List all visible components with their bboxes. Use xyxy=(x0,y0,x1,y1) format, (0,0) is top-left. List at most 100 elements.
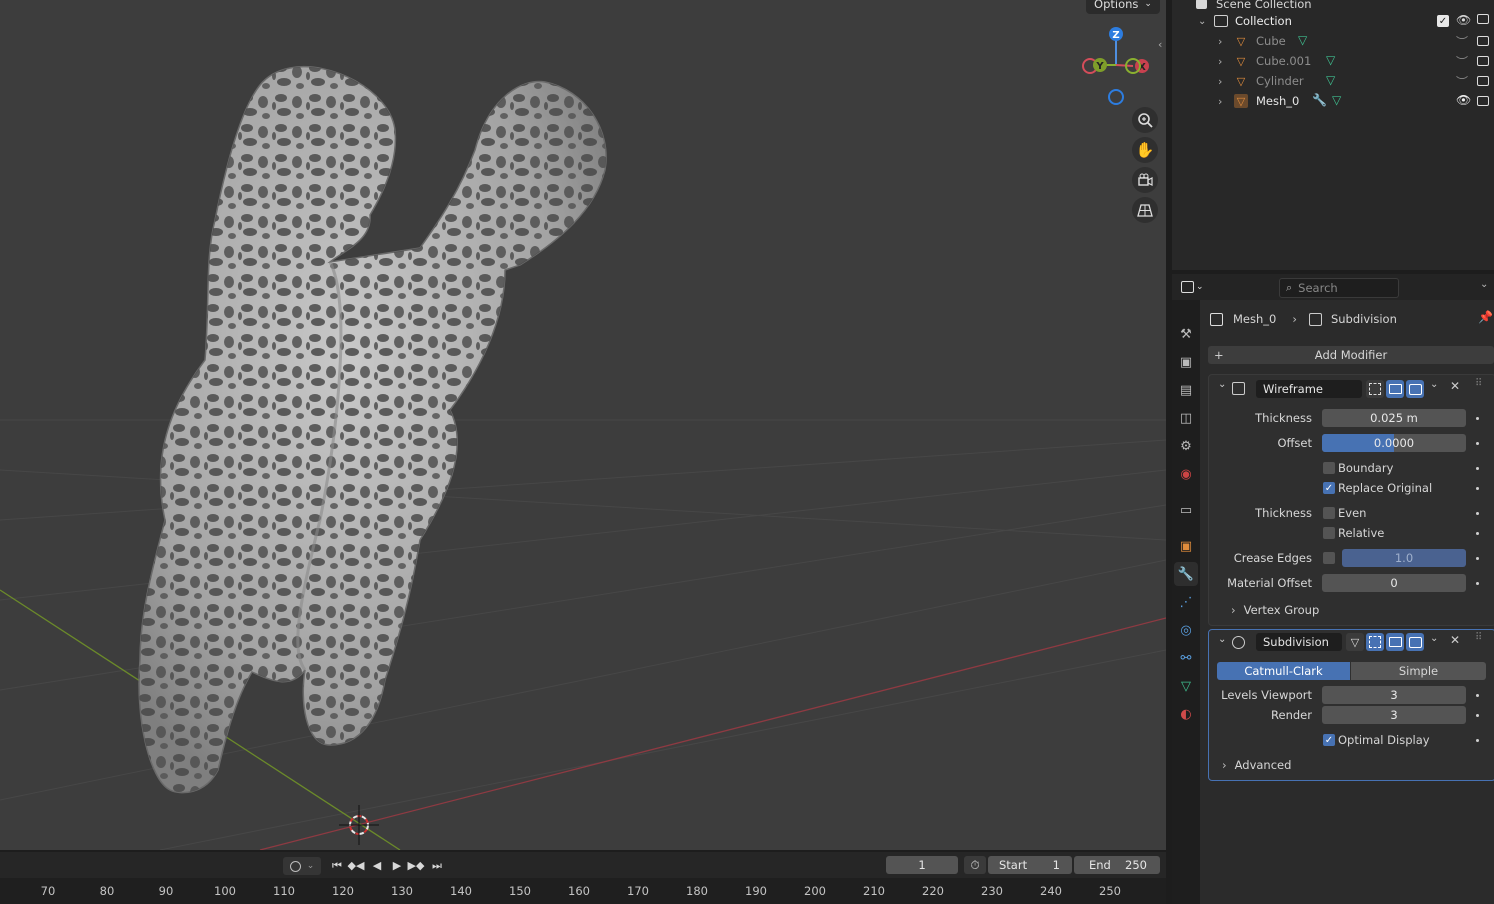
end-frame-field[interactable]: End 250 xyxy=(1074,856,1160,874)
edit-mode-toggle[interactable] xyxy=(1366,380,1384,398)
chevron-right-icon[interactable]: › xyxy=(1218,35,1222,48)
crease-edges-checkbox[interactable] xyxy=(1323,552,1335,564)
wireframe-name-field[interactable]: Wireframe xyxy=(1256,380,1362,398)
outliner-item[interactable]: › ▽ Cube ︶ ▽ xyxy=(1172,31,1494,51)
start-frame-field[interactable]: Start 1 xyxy=(988,856,1072,874)
thickness-field[interactable]: 0.025 m xyxy=(1322,409,1466,427)
drag-handle-icon[interactable]: ⠿ xyxy=(1475,378,1482,389)
properties-tab-tool[interactable]: ⚒ xyxy=(1174,322,1198,346)
even-checkbox[interactable] xyxy=(1323,507,1335,519)
properties-tab-object[interactable]: ▣ xyxy=(1174,534,1198,558)
drag-handle-icon[interactable]: ⠿ xyxy=(1475,632,1482,643)
viewport-options-button[interactable]: Options ⌄ xyxy=(1086,0,1160,14)
properties-tab-physics[interactable]: ◎ xyxy=(1174,618,1198,642)
mesh-data-icon[interactable]: ▽ xyxy=(1326,53,1335,67)
camera-icon[interactable] xyxy=(1477,14,1489,24)
play-reverse-button[interactable]: ◀ xyxy=(368,857,386,874)
keyframe-dot-icon[interactable] xyxy=(1476,557,1479,560)
perspective-toggle-button[interactable] xyxy=(1132,197,1158,223)
render-toggle[interactable] xyxy=(1406,380,1424,398)
keyframe-dot-icon[interactable] xyxy=(1476,442,1479,445)
editor-type-dropdown[interactable]: ⌄ xyxy=(1181,278,1209,296)
camera-icon[interactable] xyxy=(1477,96,1489,106)
scene-canvas[interactable]: Z Y X xyxy=(0,0,1166,850)
next-keyframe-button[interactable]: ▶◆ xyxy=(407,857,425,874)
properties-tab-scene[interactable]: ⚙ xyxy=(1174,434,1198,458)
jump-start-button[interactable]: ⏮ xyxy=(328,857,346,874)
pin-icon[interactable]: 📌 xyxy=(1478,310,1493,324)
camera-icon[interactable] xyxy=(1477,76,1489,86)
zoom-button[interactable] xyxy=(1132,107,1158,133)
keyframe-dot-icon[interactable] xyxy=(1476,487,1479,490)
chevron-down-icon[interactable]: ⌄ xyxy=(1218,379,1226,390)
properties-search-input[interactable]: ⌕ Search xyxy=(1279,278,1399,298)
keyframe-dot-icon[interactable] xyxy=(1476,467,1479,470)
keyframe-dot-icon[interactable] xyxy=(1476,739,1479,742)
chevron-right-icon[interactable]: › xyxy=(1218,95,1222,108)
close-icon[interactable]: ✕ xyxy=(1450,633,1460,647)
vertex-group-subpanel[interactable]: › Vertex Group xyxy=(1231,601,1319,619)
exclude-checkbox[interactable]: ✓ xyxy=(1437,15,1449,27)
render-levels-field[interactable]: 3 xyxy=(1322,706,1466,724)
keyframe-dot-icon[interactable] xyxy=(1476,694,1479,697)
outliner-item[interactable]: › ▽ Mesh_0 👁 🔧 ▽ xyxy=(1172,91,1494,111)
keyframe-dot-icon[interactable] xyxy=(1476,417,1479,420)
eye-icon[interactable]: ︶ xyxy=(1456,33,1468,50)
properties-tab-view-layer[interactable]: ◫ xyxy=(1174,406,1198,430)
outliner-item[interactable]: › ▽ Cube.001 ︶ ▽ xyxy=(1172,51,1494,71)
chevron-down-icon[interactable]: ⌄ xyxy=(1480,279,1488,290)
chevron-right-icon[interactable]: › xyxy=(1218,75,1222,88)
viewport-toggle[interactable] xyxy=(1386,380,1404,398)
add-modifier-button[interactable]: + Add Modifier xyxy=(1208,346,1494,364)
outliner-item[interactable]: › ▽ Cylinder ︶ ▽ xyxy=(1172,71,1494,91)
camera-view-button[interactable] xyxy=(1132,167,1158,193)
replace-original-checkbox[interactable]: ✓ xyxy=(1323,482,1335,494)
chevron-down-icon[interactable]: ⌄ xyxy=(1198,16,1206,27)
eye-icon[interactable]: 👁 xyxy=(1456,13,1471,27)
keyframe-dot-icon[interactable] xyxy=(1476,532,1479,535)
levels-viewport-field[interactable]: 3 xyxy=(1322,686,1466,704)
properties-tab-collection[interactable]: ▭ xyxy=(1174,498,1198,522)
camera-icon[interactable] xyxy=(1477,36,1489,46)
pan-button[interactable]: ✋ xyxy=(1132,137,1158,163)
viewport-toggle[interactable] xyxy=(1386,633,1404,651)
chevron-down-icon[interactable]: ⌄ xyxy=(1218,634,1226,645)
properties-tab-render[interactable]: ▣ xyxy=(1174,350,1198,374)
edit-mode-toggle[interactable] xyxy=(1366,633,1384,651)
material-offset-field[interactable]: 0 xyxy=(1322,574,1466,592)
catmull-clark-button[interactable]: Catmull-Clark xyxy=(1217,662,1350,680)
3d-viewport[interactable]: Z Y X Options ⌄ ‹ ✋ xyxy=(0,0,1166,850)
play-button[interactable]: ▶ xyxy=(388,857,406,874)
properties-editor[interactable]: ⌄ ⌕ Search ⌄ ⚒ ▣ ▤ ◫ ⚙ ◉ ▭ ▣ 🔧 ⋰ ◎ ⚯ ▽ ◐ Mesh_0 › Sub… xyxy=(1172,274,1494,904)
properties-tab-material[interactable]: ◐ xyxy=(1174,702,1198,726)
keyframe-dot-icon[interactable] xyxy=(1476,714,1479,717)
timeline-ruler[interactable]: 70 80 90 100 110 120 130 140 150 160 170 180 190 200 2… xyxy=(0,878,1166,904)
properties-tab-mesh-data[interactable]: ▽ xyxy=(1174,674,1198,698)
simple-button[interactable]: Simple xyxy=(1351,662,1486,680)
optimal-display-checkbox[interactable]: ✓ xyxy=(1323,734,1335,746)
mesh-data-icon[interactable]: ▽ xyxy=(1332,93,1341,107)
boundary-checkbox[interactable] xyxy=(1323,462,1335,474)
preview-range-button[interactable]: ⏱ xyxy=(964,856,986,874)
keyframe-dot-icon[interactable] xyxy=(1476,582,1479,585)
on-cage-toggle[interactable]: ▽ xyxy=(1346,633,1364,651)
chevron-down-icon[interactable]: ⌄ xyxy=(1430,379,1438,390)
subdivision-name-field[interactable]: Subdivision xyxy=(1256,633,1342,651)
properties-tab-world[interactable]: ◉ xyxy=(1174,462,1198,486)
wrench-icon[interactable]: 🔧 xyxy=(1312,93,1327,107)
offset-slider[interactable]: 0.0000 xyxy=(1322,434,1466,452)
eye-icon[interactable]: 👁 xyxy=(1456,93,1471,107)
eye-icon[interactable]: ︶ xyxy=(1456,73,1468,90)
properties-tab-constraints[interactable]: ⚯ xyxy=(1174,646,1198,670)
properties-tab-output[interactable]: ▤ xyxy=(1174,378,1198,402)
properties-tab-wrench[interactable]: 🔧 xyxy=(1174,562,1198,586)
current-frame-field[interactable]: 1 xyxy=(886,856,958,874)
properties-tab-particles[interactable]: ⋰ xyxy=(1174,590,1198,614)
eye-icon[interactable]: ︶ xyxy=(1456,53,1468,70)
outliner[interactable]: Scene Collection ⌄ Collection ✓ 👁 › ▽ Cube… xyxy=(1172,0,1494,270)
chevron-down-icon[interactable]: ⌄ xyxy=(1430,633,1438,644)
advanced-subpanel[interactable]: › Advanced xyxy=(1222,756,1291,774)
keyframe-dot-icon[interactable] xyxy=(1476,512,1479,515)
relative-checkbox[interactable] xyxy=(1323,527,1335,539)
mesh-data-icon[interactable]: ▽ xyxy=(1326,73,1335,87)
